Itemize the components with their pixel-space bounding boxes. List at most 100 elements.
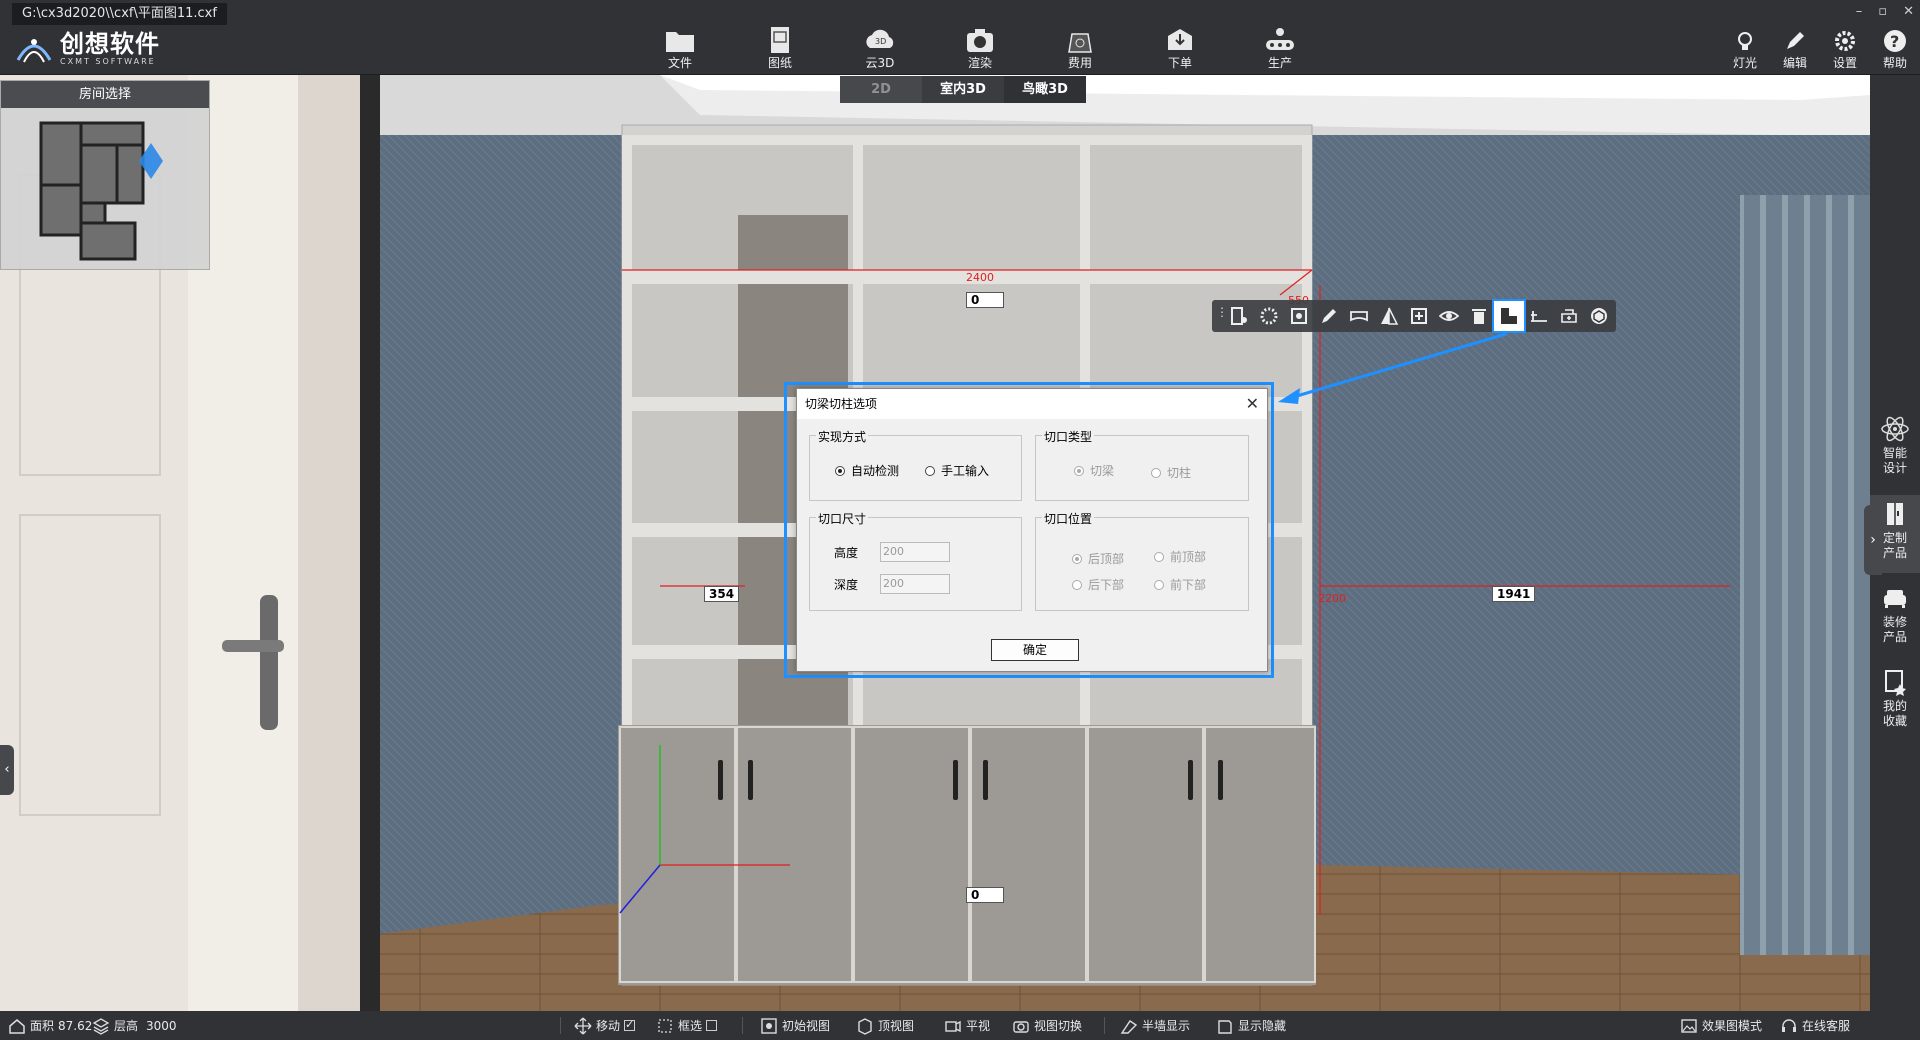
toolbar-file-label: 文件 bbox=[667, 56, 692, 70]
tool-measure[interactable] bbox=[1524, 301, 1554, 331]
view-switch-icon bbox=[1013, 1020, 1029, 1033]
tool-pen[interactable] bbox=[1314, 301, 1344, 331]
top-view-icon bbox=[858, 1017, 872, 1035]
toolbar-light[interactable]: 灯光 bbox=[1725, 28, 1765, 74]
radio-manual-input[interactable]: 手工输入 bbox=[925, 462, 989, 479]
radio-front-bottom[interactable]: 前下部 bbox=[1154, 576, 1206, 593]
radio-dot bbox=[1154, 579, 1164, 590]
sidebar-decoration-label1: 装修 bbox=[1882, 615, 1907, 629]
headset-icon bbox=[1782, 1018, 1796, 1032]
dim-height: 2200 bbox=[1318, 592, 1346, 605]
toolbar-settings[interactable]: 设置 bbox=[1825, 28, 1865, 74]
type-group-title: 切口类型 bbox=[1042, 428, 1095, 445]
toolbar-edit[interactable]: 编辑 bbox=[1775, 28, 1815, 74]
divider bbox=[1104, 1017, 1105, 1034]
radio-auto-detect[interactable]: 自动检测 bbox=[835, 462, 899, 479]
dim-top-offset[interactable]: 0 bbox=[966, 292, 1004, 308]
view-switch-label: 视图切换 bbox=[1034, 1019, 1083, 1033]
room-selector: 房间选择 bbox=[0, 80, 210, 270]
tool-group[interactable] bbox=[1284, 301, 1314, 331]
view-tabs: 2D 室内3D 鸟瞰3D bbox=[840, 76, 1086, 103]
online-service-button[interactable]: 在线客服 bbox=[1780, 1011, 1850, 1040]
floor-plan-thumbnail[interactable] bbox=[39, 121, 179, 261]
depth-label: 深度 bbox=[834, 578, 859, 592]
radio-cut-column[interactable]: 切柱 bbox=[1151, 464, 1191, 481]
layers-icon bbox=[92, 1017, 110, 1035]
radio-back-bottom[interactable]: 后下部 bbox=[1072, 576, 1124, 593]
tab-birdseye-3d[interactable]: 鸟瞰3D bbox=[1004, 76, 1086, 103]
pen-icon bbox=[1322, 309, 1336, 323]
toolbar-drawing[interactable]: 图纸 bbox=[750, 24, 810, 74]
tool-3d-box[interactable] bbox=[1584, 301, 1614, 331]
height-input[interactable]: 200 bbox=[880, 542, 950, 562]
radio-back-top[interactable]: 后顶部 bbox=[1072, 550, 1124, 567]
drawing-icon bbox=[771, 27, 789, 53]
add-module-icon bbox=[1561, 309, 1577, 323]
view-switch-button[interactable]: 视图切换 bbox=[1012, 1011, 1082, 1040]
show-hide-icon bbox=[1218, 1019, 1232, 1034]
dim-bottom-offset[interactable]: 0 bbox=[966, 887, 1004, 903]
tool-add[interactable] bbox=[1404, 301, 1434, 331]
camera-icon bbox=[967, 29, 993, 52]
height-label: 高度 bbox=[834, 546, 859, 560]
tab-interior-3d[interactable]: 室内3D bbox=[922, 76, 1004, 103]
radio-dot bbox=[1154, 551, 1164, 562]
properties-icon bbox=[1231, 307, 1247, 325]
toolbar-cost[interactable]: 费用 bbox=[1050, 24, 1110, 74]
ok-button[interactable]: 确定 bbox=[991, 639, 1079, 661]
sidebar-smart-design[interactable]: 智能 设计 bbox=[1870, 410, 1920, 488]
right-panel-toggle[interactable]: › bbox=[1864, 505, 1882, 575]
flat-view-button[interactable]: 平视 bbox=[944, 1011, 990, 1040]
toolbar-production[interactable]: 生产 bbox=[1250, 24, 1310, 74]
group-icon bbox=[1291, 308, 1307, 324]
move-checkbox[interactable] bbox=[624, 1018, 636, 1031]
tool-visibility[interactable] bbox=[1434, 301, 1464, 331]
toolbar-order[interactable]: 下单 bbox=[1150, 24, 1210, 74]
eye-icon bbox=[1439, 311, 1459, 321]
toolbar-file[interactable]: 文件 bbox=[650, 24, 710, 74]
window-controls: – ▫ ✕ bbox=[1856, 4, 1914, 19]
tool-properties[interactable] bbox=[1224, 301, 1254, 331]
close-window-button[interactable]: ✕ bbox=[1903, 4, 1914, 19]
maximize-button[interactable]: ▫ bbox=[1878, 4, 1887, 19]
render-mode-button[interactable]: 效果图模式 bbox=[1680, 1011, 1762, 1040]
radio-cut-beam[interactable]: 切梁 bbox=[1074, 462, 1114, 479]
add-box-icon bbox=[1411, 308, 1427, 324]
sidebar-decoration-product[interactable]: 装修 产品 bbox=[1870, 579, 1920, 657]
dialog-close-button[interactable]: ✕ bbox=[1246, 389, 1259, 419]
half-wall-button[interactable]: 半墙显示 bbox=[1120, 1011, 1190, 1040]
tool-mirror[interactable] bbox=[1374, 301, 1404, 331]
initial-view-button[interactable]: 初始视图 bbox=[760, 1011, 830, 1040]
box-select-toggle[interactable]: 框选 bbox=[656, 1011, 718, 1040]
shape-icon bbox=[1350, 311, 1368, 322]
size-group-title: 切口尺寸 bbox=[816, 510, 869, 527]
drag-handle[interactable]: ⋮ bbox=[1216, 305, 1228, 327]
tool-add-module[interactable] bbox=[1554, 301, 1584, 331]
tool-delete[interactable] bbox=[1464, 301, 1494, 331]
radio-front-top-label: 前顶部 bbox=[1170, 550, 1207, 564]
toolbar-cloud3d[interactable]: 3D 云3D bbox=[850, 24, 910, 74]
box-select-checkbox[interactable] bbox=[706, 1020, 718, 1031]
tool-material[interactable] bbox=[1254, 301, 1284, 331]
sidebar-my-favorites[interactable]: 我的 收藏 bbox=[1870, 663, 1920, 741]
flat-view-label: 平视 bbox=[966, 1019, 991, 1033]
tab-2d[interactable]: 2D bbox=[840, 76, 922, 103]
dim-right-gap[interactable]: 1941 bbox=[1492, 586, 1536, 602]
radio-front-top[interactable]: 前顶部 bbox=[1154, 548, 1206, 565]
toolbar-drawing-label: 图纸 bbox=[767, 56, 792, 70]
tool-cut-beam-column[interactable] bbox=[1492, 299, 1526, 333]
top-view-button[interactable]: 顶视图 bbox=[856, 1011, 914, 1040]
depth-input[interactable]: 200 bbox=[880, 574, 950, 594]
status-bar: 面积 87.62 层高 3000 移动 框选 初始视图 顶视图 平视 视图切换 … bbox=[0, 1011, 1920, 1040]
move-toggle[interactable]: 移动 bbox=[574, 1011, 636, 1040]
dim-left-gap[interactable]: 354 bbox=[704, 586, 740, 602]
logo-cn: 创想软件 bbox=[60, 30, 160, 58]
minimize-button[interactable]: – bbox=[1856, 4, 1863, 19]
tool-shape[interactable] bbox=[1344, 301, 1374, 331]
toolbar-help[interactable]: ? 帮助 bbox=[1875, 28, 1915, 74]
toolbar-render[interactable]: 渲染 bbox=[950, 24, 1010, 74]
toolbar-settings-label: 设置 bbox=[1832, 56, 1857, 70]
show-hide-button[interactable]: 显示隐藏 bbox=[1216, 1011, 1286, 1040]
left-panel-toggle[interactable]: ‹ bbox=[0, 745, 14, 795]
atom-icon bbox=[1881, 416, 1909, 442]
